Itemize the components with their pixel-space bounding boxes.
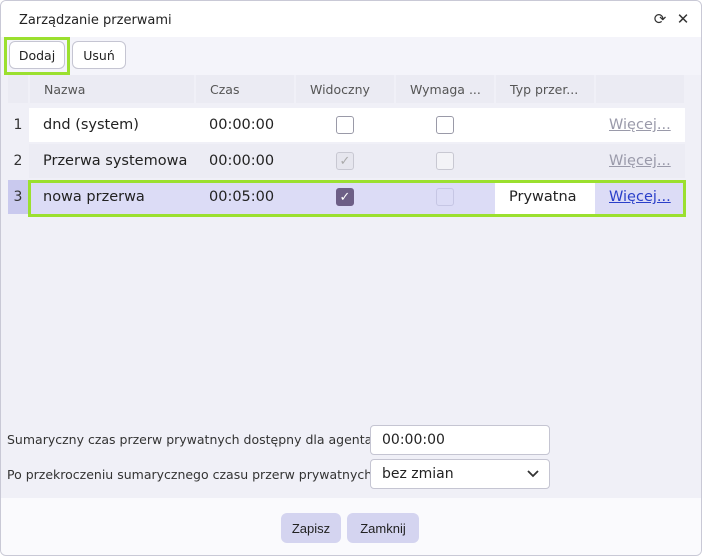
- visible-checkbox[interactable]: [336, 116, 354, 134]
- close-button[interactable]: Zamknij: [347, 513, 419, 543]
- column-header-name[interactable]: Nazwa: [30, 75, 194, 103]
- close-icon[interactable]: ✕: [675, 11, 691, 27]
- header-rownum: [8, 75, 28, 103]
- requires-checkbox: [436, 188, 454, 206]
- row-requires-cell: [395, 180, 495, 214]
- more-link[interactable]: Więcej...: [609, 153, 671, 169]
- row-number: 1: [13, 117, 23, 133]
- more-link[interactable]: Więcej...: [609, 189, 671, 205]
- more-link[interactable]: Więcej...: [609, 117, 671, 133]
- exceed-action-select[interactable]: bez zmian: [370, 459, 550, 489]
- exceed-action-value: bez zmian: [382, 466, 454, 482]
- remove-button[interactable]: Usuń: [72, 41, 126, 69]
- row-requires-cell: [395, 144, 495, 178]
- exceed-action-label: Po przekroczeniu sumarycznego czasu prze…: [7, 467, 373, 482]
- column-header-time[interactable]: Czas: [196, 75, 294, 103]
- column-header-requires[interactable]: Wymaga ...: [396, 75, 494, 103]
- row-more-cell: Więcej...: [595, 180, 685, 214]
- dialog-titlebar: Zarządzanie przerwami ⟳ ✕: [1, 1, 701, 37]
- toolbar: Dodaj Usuń: [1, 37, 701, 75]
- visible-checkbox: ✓: [336, 152, 354, 170]
- requires-checkbox[interactable]: [436, 116, 454, 134]
- total-time-input[interactable]: 00:00:00: [370, 425, 550, 455]
- row-type[interactable]: Prywatna: [495, 180, 595, 214]
- row-time[interactable]: 00:00:00: [195, 144, 295, 178]
- row-visible-cell: ✓: [295, 144, 395, 178]
- break-management-dialog: Zarządzanie przerwami ⟳ ✕ Dodaj Usuń Naz…: [0, 0, 702, 556]
- row-visible-cell: ✓: [295, 180, 395, 214]
- requires-checkbox: [436, 152, 454, 170]
- visible-checkbox[interactable]: ✓: [336, 188, 354, 206]
- row-number: 2: [13, 153, 23, 169]
- column-header-visible[interactable]: Widoczny: [296, 75, 394, 103]
- row-type[interactable]: [495, 144, 595, 178]
- row-time[interactable]: 00:00:00: [195, 108, 295, 142]
- row-type[interactable]: [495, 108, 595, 142]
- row-time[interactable]: 00:05:00: [195, 180, 295, 214]
- add-button[interactable]: Dodaj: [9, 41, 65, 69]
- column-header-actions: [596, 75, 684, 103]
- column-header-type[interactable]: Typ przer...: [496, 75, 594, 103]
- row-requires-cell: [395, 108, 495, 142]
- row-name[interactable]: dnd (system): [29, 108, 195, 142]
- chevron-down-icon: [527, 470, 539, 478]
- row-more-cell: Więcej...: [595, 108, 685, 142]
- row-number: 3: [8, 180, 28, 214]
- save-button[interactable]: Zapisz: [281, 513, 341, 543]
- row-more-cell: Więcej...: [595, 144, 685, 178]
- row-name[interactable]: Przerwa systemowa: [29, 144, 195, 178]
- row-visible-cell: [295, 108, 395, 142]
- refresh-icon[interactable]: ⟳: [652, 11, 668, 27]
- total-time-label: Sumaryczny czas przerw prywatnych dostęp…: [7, 432, 373, 447]
- row-name[interactable]: nowa przerwa: [29, 180, 195, 214]
- dialog-title: Zarządzanie przerwami: [19, 13, 172, 28]
